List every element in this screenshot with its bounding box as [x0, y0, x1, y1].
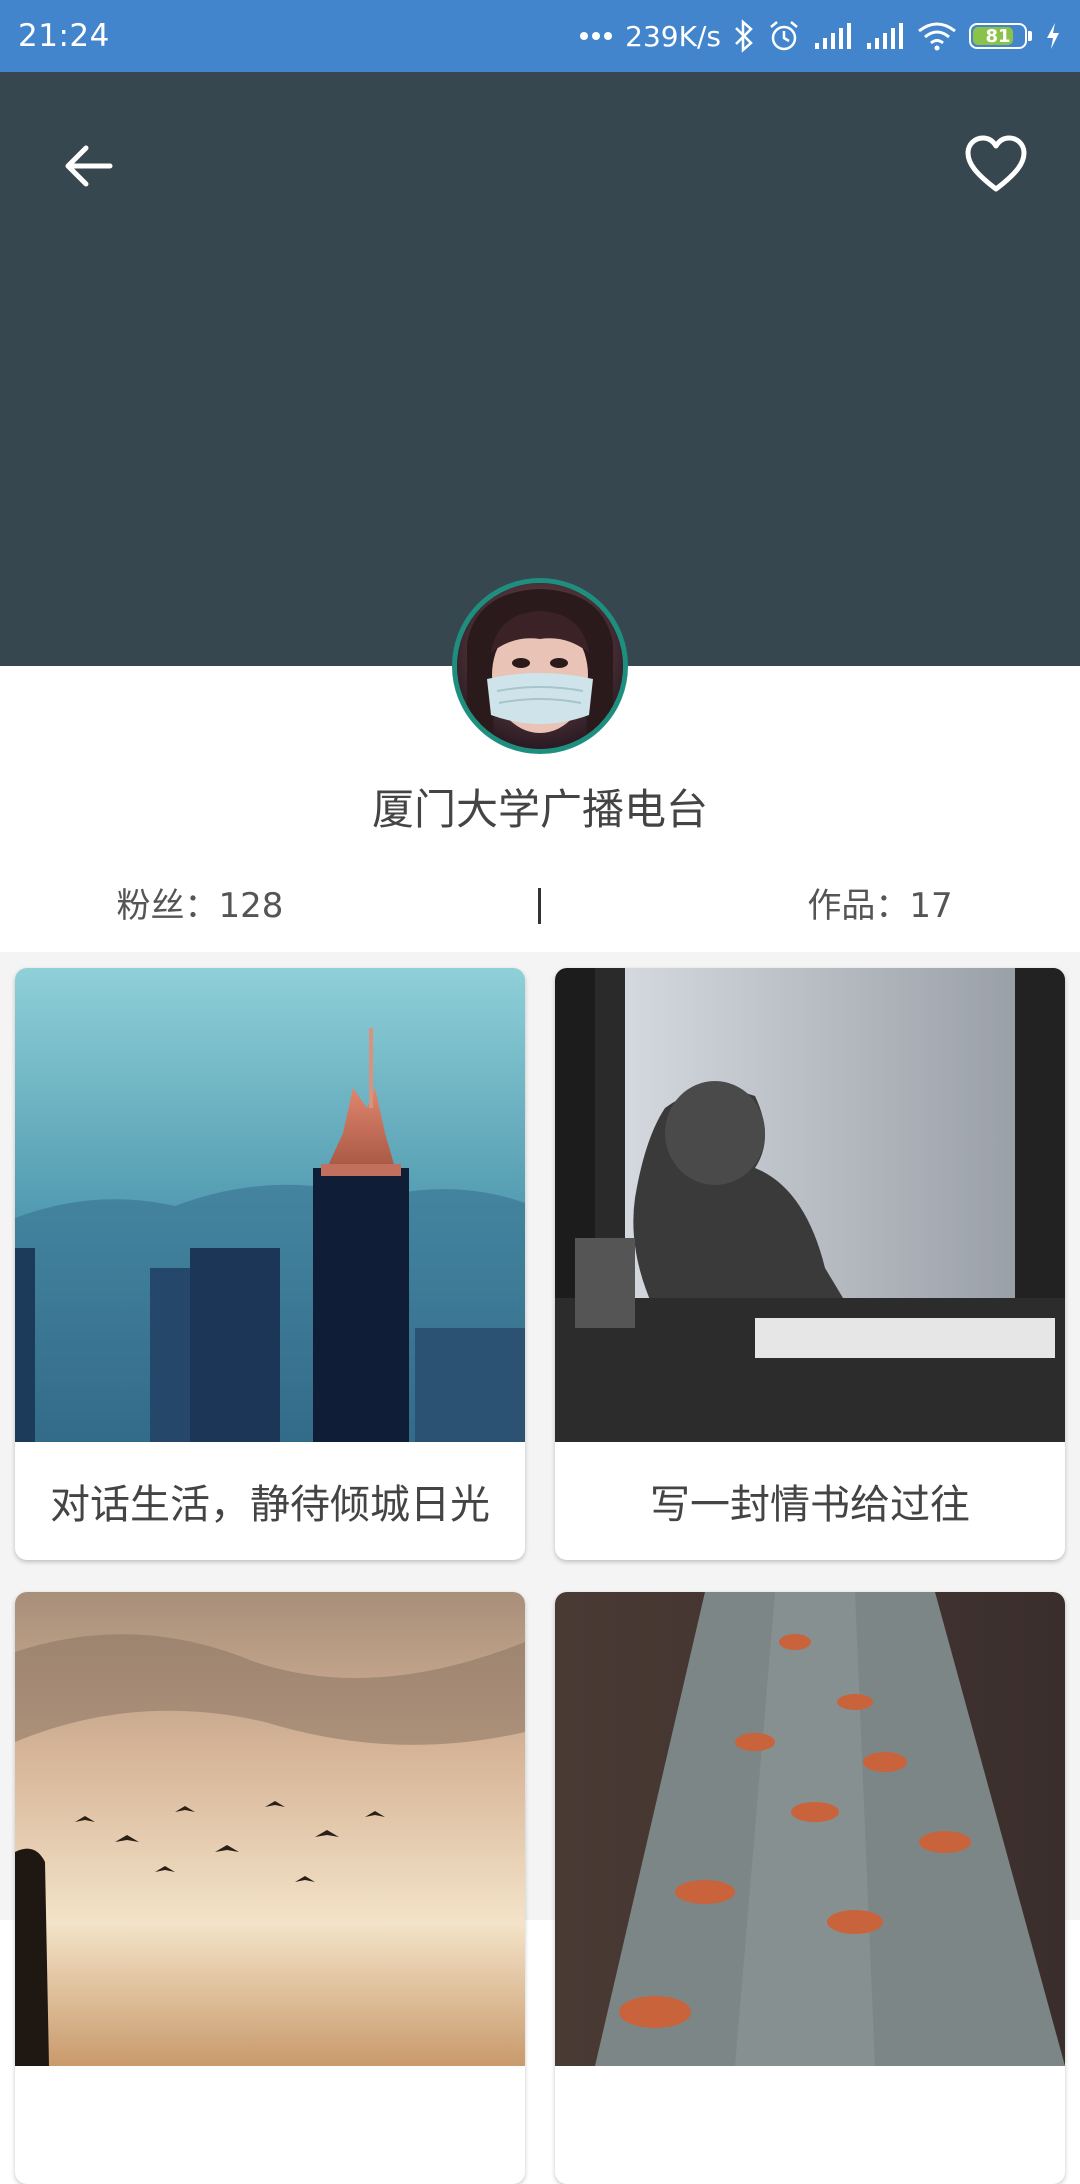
- battery-icon: 81: [969, 23, 1032, 49]
- profile-name: 厦门大学广播电台: [371, 785, 708, 834]
- work-card[interactable]: 写一封情书给过往: [555, 968, 1065, 1560]
- profile-header: [0, 72, 1080, 666]
- avatar-image: [457, 583, 623, 749]
- favorite-button[interactable]: [956, 124, 1036, 204]
- signal-icon: [813, 21, 853, 51]
- back-button[interactable]: [50, 128, 126, 204]
- city-tower-photo: [15, 968, 525, 1442]
- work-title: [555, 2066, 1065, 2184]
- signal-icon: [865, 21, 905, 51]
- status-time: 21:24: [18, 18, 110, 54]
- works-label: 作品：17: [807, 886, 953, 926]
- charging-icon: [1044, 21, 1062, 51]
- arrow-left-icon: [65, 145, 113, 187]
- work-title: [15, 2066, 525, 2184]
- status-icons: 239K/s 81: [579, 19, 1062, 53]
- work-title: 写一封情书给过往: [650, 1482, 970, 1528]
- alarm-icon: [767, 19, 801, 53]
- work-title: 对话生活，静待倾城日光: [50, 1482, 490, 1528]
- work-card[interactable]: 对话生活，静待倾城日光: [15, 968, 525, 1560]
- wifi-icon: [917, 21, 957, 51]
- works-count[interactable]: 作品：17: [540, 878, 1080, 934]
- fans-count[interactable]: 粉丝：128: [0, 878, 540, 934]
- autumn-leaves-photo: [555, 1592, 1065, 2066]
- work-card[interactable]: [555, 1592, 1065, 2184]
- heart-outline-icon: [965, 135, 1027, 192]
- more-dots-icon: [579, 31, 613, 41]
- works-grid: 对话生活，静待倾城日光 写一封情书给过往: [0, 952, 1080, 2184]
- birds-sky-photo: [15, 1592, 525, 2066]
- woman-writing-photo: [555, 968, 1065, 1442]
- avatar[interactable]: [452, 578, 628, 754]
- battery-level: 81: [985, 25, 1011, 47]
- network-speed: 239K/s: [625, 19, 721, 53]
- profile-stats: 粉丝：128 作品：17: [0, 878, 1080, 934]
- fans-label: 粉丝：128: [116, 886, 284, 926]
- status-bar: 21:24 239K/s 81: [0, 0, 1080, 72]
- bluetooth-icon: [733, 19, 755, 53]
- work-card[interactable]: [15, 1592, 525, 2184]
